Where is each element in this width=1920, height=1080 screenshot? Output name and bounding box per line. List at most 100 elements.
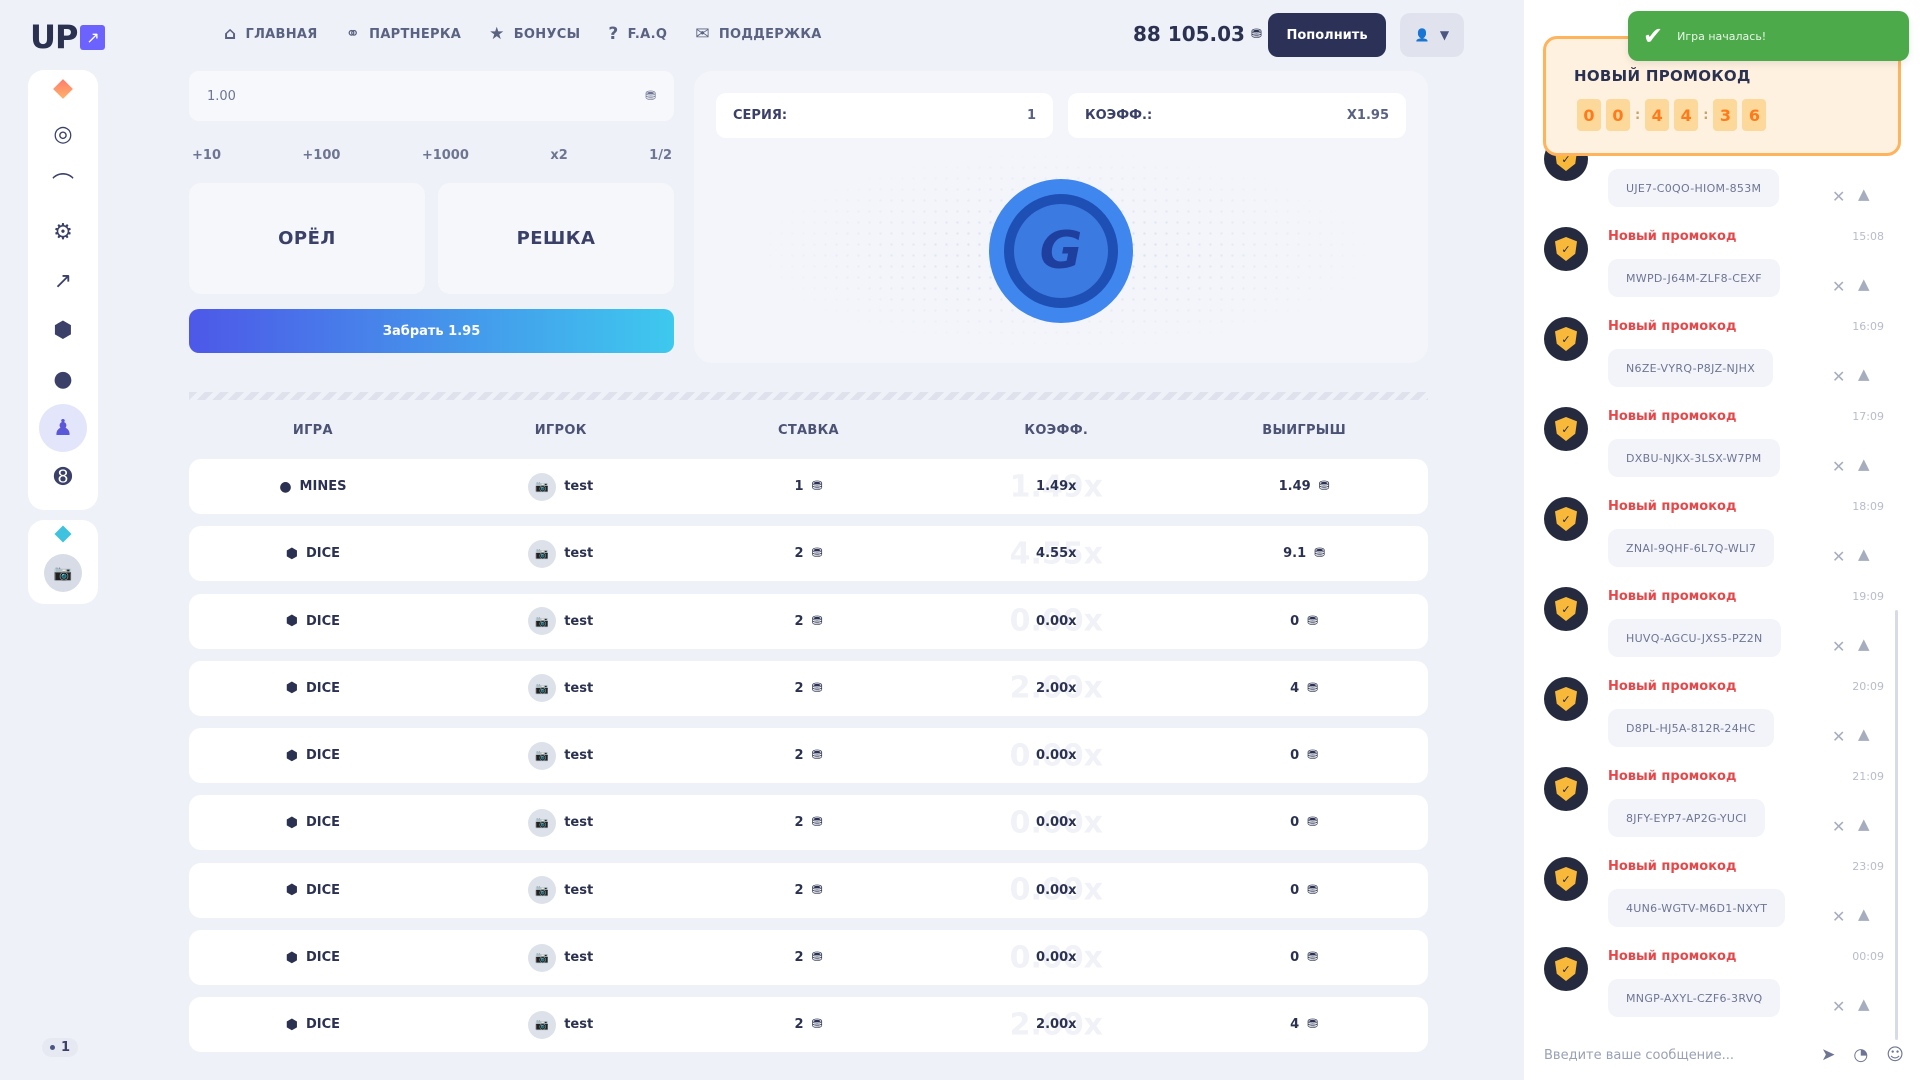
nav-faq[interactable]: ? F.A.Q — [608, 24, 667, 44]
history-icon[interactable]: ◔ — [1853, 1045, 1868, 1065]
series-value: 1 — [1026, 108, 1036, 123]
avatar[interactable]: ✓ — [1544, 677, 1588, 721]
close-icon[interactable]: ✕ — [1832, 187, 1845, 206]
shield-check-icon: ✓ — [1555, 777, 1577, 801]
sidebar-item-crash[interactable]: ⌒ — [39, 159, 87, 207]
cell-koef: 4.55x 4.55x — [932, 526, 1180, 581]
sidebar-item-dice[interactable]: ⬢ — [39, 306, 87, 354]
close-icon[interactable]: ✕ — [1832, 277, 1845, 296]
table-row[interactable]: ⬢ DICE 📷 test 2 ⛃ 0.00x 0.00x 0 ⛃ — [189, 930, 1428, 986]
nav-label: ПАРТНЕРКА — [369, 26, 462, 42]
sidebar-item-keno[interactable]: ➑ — [39, 453, 87, 501]
coins-icon: ⛃ — [1307, 950, 1319, 966]
nav-bonuses[interactable]: ★ БОНУСЫ — [489, 24, 580, 44]
warning-icon[interactable]: ▲ — [1858, 365, 1870, 383]
table-row[interactable]: ⬢ DICE 📷 test 2 ⛃ 4.55x 4.55x 9.1 ⛃ — [189, 526, 1428, 582]
chat-input-bar: ➤ ◔ ☺ — [1544, 1045, 1904, 1065]
deposit-button[interactable]: Пополнить — [1268, 13, 1386, 57]
table-row[interactable]: ⬢ DICE 📷 test 2 ⛃ 2.00x 2.00x 4 ⛃ — [189, 660, 1428, 716]
logo[interactable]: UP ↗ — [30, 18, 106, 56]
coins-icon: ⛃ — [811, 815, 823, 831]
timer-digit: 0 — [1606, 99, 1630, 131]
close-icon[interactable]: ✕ — [1832, 727, 1845, 746]
warning-icon[interactable]: ▲ — [1858, 815, 1870, 833]
win-amount: 0 — [1290, 882, 1300, 898]
promo-code[interactable]: 4UN6-WGTV-M6D1-NXYT — [1608, 889, 1786, 927]
close-icon[interactable]: ✕ — [1832, 457, 1845, 476]
sidebar-item-coinflip[interactable]: ♟ — [39, 404, 87, 452]
sidebar-item-wheel[interactable]: ⚙ — [39, 208, 87, 256]
sidebar-item-mines[interactable]: ● — [39, 355, 87, 403]
chat-message-input[interactable] — [1544, 1047, 1804, 1063]
shield-check-icon: ✓ — [1555, 417, 1577, 441]
promo-code[interactable]: HUVQ-AGCU-JXS5-PZ2N — [1608, 619, 1781, 657]
sidebar-item-target[interactable]: ◎ — [39, 110, 87, 158]
warning-icon[interactable]: ▲ — [1858, 275, 1870, 293]
table-row[interactable]: ⬢ DICE 📷 test 2 ⛃ 0.00x 0.00x 0 ⛃ — [189, 728, 1428, 784]
quick-bet-plus10[interactable]: +10 — [192, 148, 221, 163]
promo-code[interactable]: 8JFY-EYP7-AP2G-YUCI — [1608, 799, 1765, 837]
warning-icon[interactable]: ▲ — [1858, 635, 1870, 653]
table-row[interactable]: ⬢ DICE 📷 test 2 ⛃ 0.00x 0.00x 0 ⛃ — [189, 593, 1428, 649]
nav-support[interactable]: ✉ ПОДДЕРЖКА — [695, 24, 821, 44]
quick-bet-double[interactable]: x2 — [550, 148, 567, 163]
warning-icon[interactable]: ▲ — [1858, 725, 1870, 743]
quick-bet-plus100[interactable]: +100 — [302, 148, 340, 163]
bet-amount-input[interactable]: 1.00 ⛃ — [189, 71, 674, 121]
cell-koef: 1.49x 1.49x — [932, 459, 1180, 514]
close-icon[interactable]: ✕ — [1832, 637, 1845, 656]
warning-icon[interactable]: ▲ — [1858, 455, 1870, 473]
close-icon[interactable]: ✕ — [1832, 367, 1845, 386]
cell-game: ⬢ DICE — [189, 594, 437, 649]
tails-button[interactable]: РЕШКА — [438, 183, 674, 294]
promo-code[interactable]: MWPD-J64M-ZLF8-CEXF — [1608, 259, 1780, 297]
avatar[interactable]: ✓ — [1544, 947, 1588, 991]
message-author: Новый промокод — [1608, 229, 1737, 244]
nav-partners[interactable]: ⚭ ПАРТНЕРКА — [346, 24, 462, 44]
avatar[interactable]: ✓ — [1544, 407, 1588, 451]
warning-icon[interactable]: ▲ — [1858, 905, 1870, 923]
nav-home[interactable]: ⌂ ГЛАВНАЯ — [224, 24, 318, 44]
avatar[interactable]: ✓ — [1544, 227, 1588, 271]
send-icon[interactable]: ➤ — [1821, 1045, 1835, 1065]
promo-code[interactable]: DXBU-NJKX-3LSX-W7PM — [1608, 439, 1780, 477]
promo-code[interactable]: ZNAI-9QHF-6L7Q-WLI7 — [1608, 529, 1775, 567]
cell-koef: 0.00x 0.00x — [932, 594, 1180, 649]
warning-icon[interactable]: ▲ — [1858, 185, 1870, 203]
close-icon[interactable]: ✕ — [1832, 547, 1845, 566]
emoji-icon[interactable]: ☺ — [1886, 1045, 1904, 1065]
avatar[interactable]: ✓ — [1544, 767, 1588, 811]
win-amount: 0 — [1290, 613, 1300, 629]
warning-icon[interactable]: ▲ — [1858, 545, 1870, 563]
bet-amount: 2 — [794, 613, 804, 629]
table-row[interactable]: ⬢ DICE 📷 test 2 ⛃ 0.00x 0.00x 0 ⛃ — [189, 795, 1428, 851]
sidebar-item-trend[interactable]: ↗ — [39, 257, 87, 305]
avatar[interactable]: ✓ — [1544, 587, 1588, 631]
coin-face: G — [1014, 204, 1108, 298]
avatar[interactable]: ✓ — [1544, 857, 1588, 901]
cashout-button[interactable]: Забрать 1.95 — [189, 309, 674, 353]
avatar[interactable]: ✓ — [1544, 497, 1588, 541]
camera-icon[interactable]: 📷 — [44, 554, 82, 592]
table-row[interactable]: ⬢ DICE 📷 test 2 ⛃ 2.00x 2.00x 4 ⛃ — [189, 997, 1428, 1053]
promo-code[interactable]: MNGP-AXYL-CZF6-3RVQ — [1608, 979, 1781, 1017]
quick-bet-half[interactable]: 1/2 — [649, 148, 672, 163]
close-icon[interactable]: ✕ — [1832, 997, 1845, 1016]
game-name: DICE — [305, 546, 341, 562]
close-icon[interactable]: ✕ — [1832, 907, 1845, 926]
cell-koef: 2.00x 2.00x — [932, 997, 1180, 1052]
user-menu-button[interactable]: 👤 ▼ — [1400, 13, 1464, 57]
avatar[interactable]: ✓ — [1544, 317, 1588, 361]
cell-win: 0 ⛃ — [1180, 728, 1428, 783]
table-row[interactable]: ● MINES 📷 test 1 ⛃ 1.49x 1.49x 1.49 ⛃ — [189, 459, 1428, 514]
warning-icon[interactable]: ▲ — [1858, 995, 1870, 1013]
table-row[interactable]: ⬢ DICE 📷 test 2 ⛃ 0.00x 0.00x 0 ⛃ — [189, 862, 1428, 918]
quick-bet-plus1000[interactable]: +1000 — [422, 148, 469, 163]
promo-code[interactable]: D8PL-HJ5A-812R-24HC — [1608, 709, 1774, 747]
chat-scrollbar[interactable] — [1895, 610, 1898, 1040]
heads-button[interactable]: ОРЁЛ — [189, 183, 425, 294]
promo-code[interactable]: N6ZE-VYRQ-P8JZ-NJHX — [1608, 349, 1774, 387]
close-icon[interactable]: ✕ — [1832, 817, 1845, 836]
toast-notification[interactable]: ✔ Игра началась! — [1628, 11, 1909, 61]
promo-code[interactable]: UJE7-C0QO-HIOM-853M — [1608, 169, 1780, 207]
